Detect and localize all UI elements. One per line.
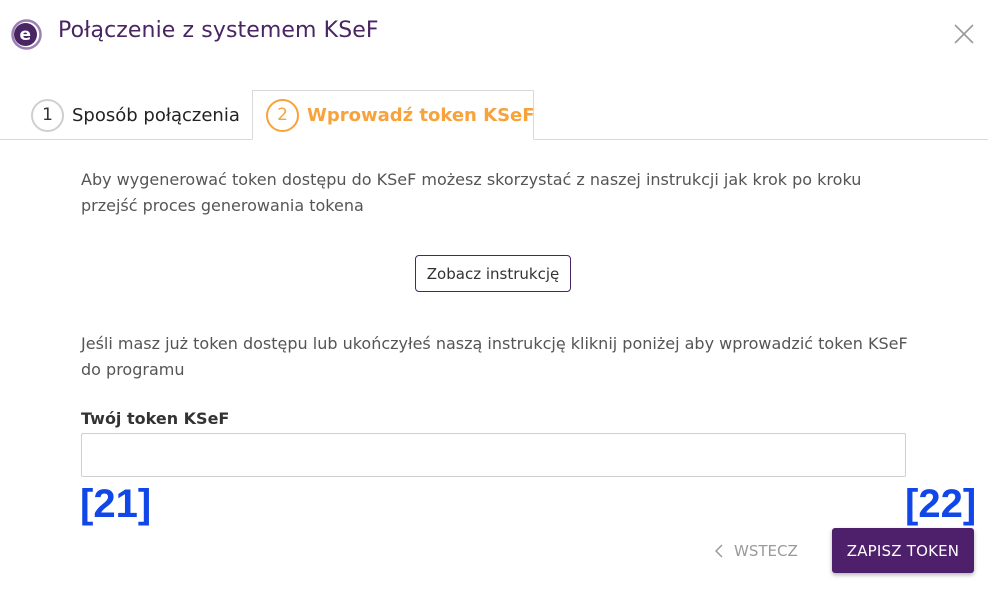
svg-text:e: e (20, 25, 32, 45)
e-logo-icon: e (11, 19, 42, 50)
dialog-title: Połączenie z systemem KSeF (58, 18, 379, 43)
token-field-label: Twój token KSeF (81, 409, 230, 428)
tab-label: Wprowadź token KSeF (307, 104, 535, 126)
steps-tabs: 1 Sposób połączenia 2 Wprowadź token KSe… (0, 90, 988, 140)
intro-text: Aby wygenerować token dostępu do KSeF mo… (81, 170, 862, 215)
step-number: 1 (31, 98, 64, 132)
back-button[interactable]: WSTECZ (715, 537, 798, 565)
ksef-connection-dialog: e Połączenie z systemem KSeF 1 Sposób po… (0, 0, 988, 590)
show-instruction-button[interactable]: Zobacz instrukcję (415, 255, 571, 292)
tab-connection-method[interactable]: 1 Sposób połączenia (31, 90, 240, 140)
marker-22: [22] (905, 482, 977, 526)
tab-label: Sposób połączenia (72, 104, 240, 126)
tab-enter-token[interactable]: 2 Wprowadź token KSeF (252, 90, 535, 140)
back-button-label: WSTECZ (734, 542, 798, 560)
chevron-left-icon (715, 544, 723, 558)
dialog-header: e Połączenie z systemem KSeF (0, 0, 988, 70)
save-token-button[interactable]: ZAPISZ TOKEN (832, 528, 974, 573)
close-icon[interactable] (952, 22, 976, 46)
info-text: Jeśli masz już token dostępu lub ukończy… (81, 334, 908, 379)
marker-21: [21] (80, 482, 152, 526)
step-number: 2 (266, 98, 299, 132)
token-input[interactable] (81, 433, 906, 477)
